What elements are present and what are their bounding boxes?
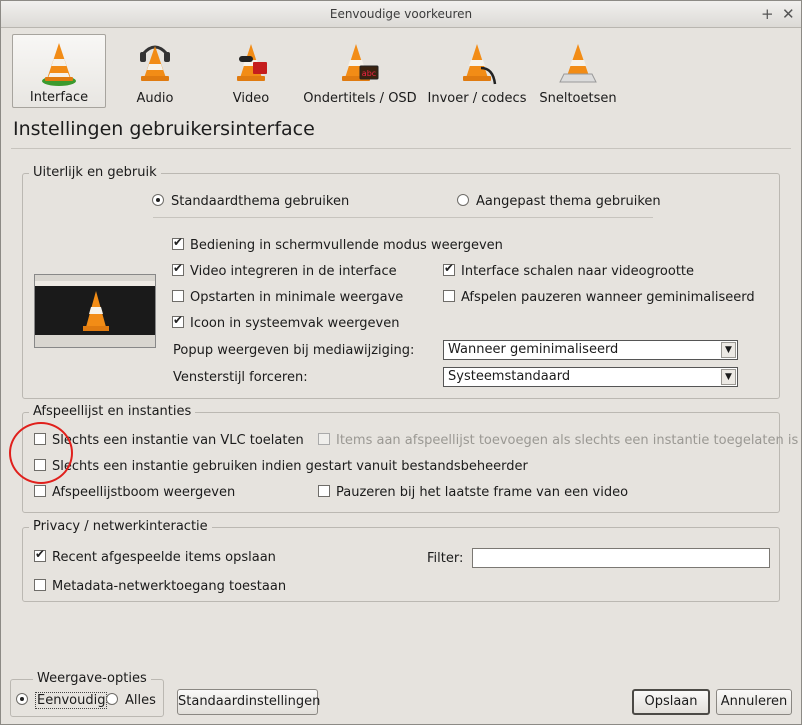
checkbox-checked[interactable]	[172, 313, 184, 328]
checkbox[interactable]	[443, 290, 455, 302]
dropdown-arrow-icon[interactable]: ▼	[721, 342, 736, 358]
checkbox[interactable]	[172, 290, 184, 302]
pause-last-frame-label: Pauzeren bij het laatste frame van een v…	[336, 485, 629, 500]
reset-defaults-button[interactable]: Standaardinstellingen	[177, 689, 320, 715]
tab-subtitles-osd[interactable]: abc Ondertitels / OSD	[303, 34, 417, 108]
filter-input[interactable]	[472, 548, 770, 568]
tab-video-label: Video	[232, 91, 270, 106]
highlight-annotation-circle	[9, 422, 73, 484]
popup-select-value: Wanneer geminimaliseerd	[448, 342, 619, 357]
privacy-group-title: Privacy / netwerkinteractie	[29, 519, 212, 534]
radio-custom-theme[interactable]: Aangepast thema gebruiken	[457, 194, 661, 209]
radio-button-checked[interactable]	[152, 194, 164, 206]
embed-video-label: Video integreren in de interface	[190, 264, 397, 279]
window-style-select[interactable]: Systeemstandaard ▼	[443, 367, 738, 387]
close-icon[interactable]: ✕	[782, 1, 795, 27]
preferences-window: Eenvoudige voorkeuren + ✕ Interface Audi…	[0, 0, 802, 725]
start-minimal-checkbox[interactable]: Opstarten in minimale weergave	[172, 290, 403, 305]
category-toolbar: Interface Audio Video abc Ondertitels / …	[1, 29, 801, 109]
radio-custom-theme-label: Aangepast thema gebruiken	[476, 194, 661, 209]
checkbox[interactable]	[318, 485, 330, 497]
resize-interface-checkbox[interactable]: Interface schalen naar videogrootte	[443, 261, 695, 279]
resize-interface-label: Interface schalen naar videogrootte	[461, 264, 695, 279]
filter-label: Filter:	[427, 551, 464, 566]
start-minimal-label: Opstarten in minimale weergave	[190, 290, 404, 305]
systray-icon-label: Icoon in systeemvak weergeven	[190, 316, 400, 331]
tab-audio[interactable]: Audio	[118, 34, 192, 108]
view-options-title: Weergave-opties	[33, 671, 151, 686]
title-bar: Eenvoudige voorkeuren + ✕	[1, 1, 801, 28]
heading-divider	[11, 148, 791, 149]
page-title: Instellingen gebruikersinterface	[13, 118, 315, 140]
checkbox-checked[interactable]	[172, 235, 184, 250]
tab-audio-label: Audio	[136, 91, 174, 106]
tab-hotkeys[interactable]: Sneltoetsen	[536, 34, 620, 108]
window-style-label: Vensterstijl forceren:	[173, 370, 308, 385]
playlist-tree-checkbox[interactable]: Afspeellijstboom weergeven	[34, 485, 235, 500]
vlc-audio-cone-icon	[140, 45, 170, 81]
metadata-network-checkbox[interactable]: Metadata-netwerktoegang toestaan	[34, 579, 286, 594]
dropdown-arrow-icon[interactable]: ▼	[721, 369, 736, 385]
cancel-button[interactable]: Annuleren	[716, 689, 792, 715]
window-title: Eenvoudige voorkeuren	[329, 7, 473, 21]
vlc-subtitles-cone-icon: abc	[342, 44, 379, 81]
radio-native-theme-label: Standaardthema gebruiken	[171, 194, 350, 209]
preview-menubar	[35, 281, 155, 286]
radio-simple-label: Eenvoudig	[35, 692, 108, 709]
one-instance-filemanager-checkbox[interactable]: Slechts een instantie gebruiken indien g…	[34, 459, 528, 474]
interface-preview-image	[34, 274, 156, 348]
one-instance-checkbox[interactable]: Slechts een instantie van VLC toelaten	[34, 433, 304, 448]
recent-items-checkbox[interactable]: Recent afgespeelde items opslaan	[34, 547, 276, 565]
svg-text:abc: abc	[362, 69, 376, 78]
tab-interface[interactable]: Interface	[12, 34, 106, 108]
tab-interface-label: Interface	[29, 90, 89, 105]
systray-icon-checkbox[interactable]: Icoon in systeemvak weergeven	[172, 313, 400, 331]
radio-native-theme[interactable]: Standaardthema gebruiken	[152, 194, 349, 209]
popup-select[interactable]: Wanneer geminimaliseerd ▼	[443, 340, 738, 360]
recent-items-label: Recent afgespeelde items opslaan	[52, 550, 276, 565]
radio-button-checked[interactable]	[16, 693, 28, 705]
tab-input-label: Invoer / codecs	[427, 91, 527, 106]
appearance-group-title: Uiterlijk en gebruik	[29, 165, 161, 180]
playlist-tree-label: Afspeellijstboom weergeven	[52, 485, 236, 500]
tab-subtitles-label: Ondertitels / OSD	[303, 91, 417, 106]
radio-all-label: Alles	[125, 693, 156, 708]
checkbox-disabled[interactable]	[318, 433, 330, 445]
preview-cone-icon	[83, 291, 109, 331]
fullscreen-controls-label: Bediening in schermvullende modus weerge…	[190, 238, 503, 253]
checkbox[interactable]	[34, 485, 46, 497]
pause-minimized-label: Afspelen pauzeren wanneer geminimaliseer…	[461, 290, 755, 305]
vlc-input-cone-icon	[463, 44, 497, 85]
radio-all[interactable]: Alles	[106, 693, 156, 708]
checkbox-checked[interactable]	[34, 547, 46, 562]
enqueue-checkbox[interactable]: Items aan afspeellijst toevoegen als sle…	[318, 433, 798, 448]
embed-video-checkbox[interactable]: Video integreren in de interface	[172, 261, 397, 279]
vlc-hotkeys-cone-icon	[559, 44, 597, 83]
popup-label: Popup weergeven bij mediawijziging:	[173, 343, 415, 358]
metadata-network-label: Metadata-netwerktoegang toestaan	[52, 579, 287, 594]
radio-button[interactable]	[106, 693, 118, 705]
tab-video[interactable]: Video	[214, 34, 288, 108]
checkbox-checked[interactable]	[443, 261, 455, 276]
maximize-icon[interactable]: +	[761, 1, 774, 27]
window-style-select-value: Systeemstandaard	[448, 369, 571, 384]
theme-divider	[153, 217, 653, 218]
save-button[interactable]: Opslaan	[632, 689, 710, 715]
vlc-video-cone-icon	[237, 44, 267, 81]
radio-button[interactable]	[457, 194, 469, 206]
one-instance-filemanager-label: Slechts een instantie gebruiken indien g…	[52, 459, 528, 474]
pause-last-frame-checkbox[interactable]: Pauzeren bij het laatste frame van een v…	[318, 485, 628, 500]
radio-simple[interactable]: Eenvoudig	[16, 692, 108, 709]
fullscreen-controls-checkbox[interactable]: Bediening in schermvullende modus weerge…	[172, 235, 503, 253]
preview-controls	[35, 335, 155, 347]
checkbox[interactable]	[34, 579, 46, 591]
tab-input-codecs[interactable]: Invoer / codecs	[427, 34, 527, 108]
tab-hotkeys-label: Sneltoetsen	[539, 91, 617, 106]
playlist-group-title: Afspeellijst en instanties	[29, 404, 196, 419]
enqueue-label: Items aan afspeellijst toevoegen als sle…	[336, 433, 799, 448]
checkbox-checked[interactable]	[172, 261, 184, 276]
one-instance-label: Slechts een instantie van VLC toelaten	[52, 433, 304, 448]
pause-minimized-checkbox[interactable]: Afspelen pauzeren wanneer geminimaliseer…	[443, 290, 755, 305]
vlc-interface-cone-icon	[42, 43, 76, 86]
